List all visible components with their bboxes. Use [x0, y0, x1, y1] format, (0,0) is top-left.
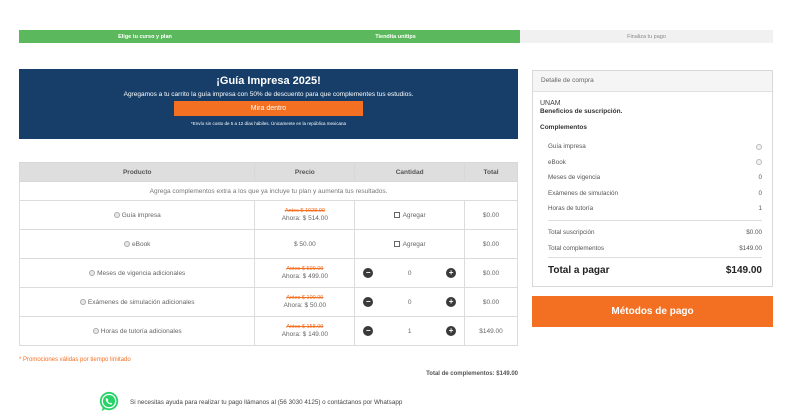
add-checkbox-ebook[interactable]: Agregar	[354, 229, 466, 259]
old-price: Antes $ 100.00	[286, 295, 324, 301]
table-subheader-row: Agrega complementos extra a los que ya i…	[19, 181, 518, 201]
summary-complementos-label: Complementos	[540, 124, 587, 131]
table-header-row: Producto Precio Cantidad Total	[18, 162, 518, 182]
step-finish-payment: Finaliza tu pago	[520, 30, 773, 43]
minus-icon[interactable]: −	[363, 268, 374, 278]
total-cell: $0.00	[464, 287, 518, 317]
promo-note: *Envío sin costo de 5 a 12 días hábiles.…	[190, 121, 347, 126]
info-icon	[756, 159, 762, 166]
old-price: Antes $ 599.00	[286, 266, 324, 272]
current-price: $ 50.00	[294, 241, 316, 248]
total-complementos-row: Total complementos $149.00	[548, 245, 762, 252]
product-cell: Exámenes de simulación adicionales	[18, 287, 256, 317]
checkbox-icon[interactable]	[393, 211, 400, 218]
total-cell: $149.00	[464, 316, 518, 346]
products-table: Producto Precio Cantidad Total Agrega co…	[18, 162, 518, 346]
table-row: Meses de vigencia adicionales Antes $ 59…	[18, 258, 518, 288]
help-text: Si necesitas ayuda para realizar tu pago…	[130, 398, 403, 406]
plus-icon[interactable]: +	[446, 268, 457, 278]
info-icon	[89, 269, 96, 276]
checkout-steps: Elige tu curso y plan Tiendita unitips F…	[19, 30, 773, 43]
promo-banner: ¡Guía Impresa 2025! Agregamos a tu carri…	[19, 69, 518, 139]
product-cell: eBook	[18, 229, 256, 259]
info-icon	[92, 327, 99, 334]
quantity-stepper: − 1 +	[354, 316, 466, 346]
price-cell: $ 50.00	[254, 229, 356, 259]
whatsapp-icon[interactable]	[98, 391, 120, 413]
table-row: eBook $ 50.00 Agregar $0.00	[18, 229, 518, 259]
current-price: Ahora: $ 149.00	[281, 331, 328, 338]
checkbox-icon[interactable]	[393, 240, 400, 247]
col-total: Total	[464, 162, 518, 182]
plus-icon[interactable]: +	[446, 297, 457, 307]
table-row: Horas de tutoría adicionales Antes $ 158…	[18, 316, 518, 346]
help-line: Si necesitas ayuda para realizar tu pago…	[98, 391, 402, 413]
quantity-value: 0	[407, 298, 412, 306]
summary-item: eBook	[548, 155, 762, 171]
summary-plan: UNAM	[540, 100, 561, 107]
step-choose-course[interactable]: Elige tu curso y plan	[19, 30, 271, 43]
total-a-pagar-row: Total a pagar $149.00	[548, 256, 762, 276]
quantity-value: 1	[407, 327, 412, 335]
total-cell: $0.00	[464, 229, 518, 259]
minus-icon[interactable]: −	[363, 297, 374, 307]
info-icon	[79, 298, 86, 305]
price-cell: Antes $ 599.00 Ahora: $ 499.00	[254, 258, 356, 288]
total-cell: $0.00	[464, 258, 518, 288]
product-cell: Meses de vigencia adicionales	[18, 258, 256, 288]
summary-plan-desc: Beneficios de suscripción.	[540, 108, 623, 115]
col-producto: Producto	[18, 162, 256, 182]
summary-item: Meses de vigencia 0	[548, 174, 762, 182]
purchase-summary: Detalle de compra UNAM Beneficios de sus…	[532, 70, 773, 287]
product-cell: Horas de tutoría adicionales	[18, 316, 256, 346]
col-precio: Precio	[254, 162, 356, 182]
total-complementos: Total de complementos: $149.00	[426, 371, 518, 377]
old-price: Antes $ 1028.00	[284, 208, 325, 214]
summary-header: Detalle de compra	[533, 71, 772, 92]
table-row: Exámenes de simulación adicionales Antes…	[18, 287, 518, 317]
price-cell: Antes $ 158.00 Ahora: $ 149.00	[254, 316, 356, 346]
price-cell: Antes $ 1028.00 Ahora: $ 514.00	[254, 200, 356, 230]
current-price: Ahora: $ 499.00	[281, 273, 328, 280]
add-checkbox-guia[interactable]: Agregar	[354, 200, 466, 230]
table-row: Guía impresa Antes $ 1028.00 Ahora: $ 514…	[18, 200, 518, 230]
mira-dentro-button[interactable]: Mira dentro	[174, 101, 363, 116]
quantity-stepper: − 0 +	[354, 287, 466, 317]
info-icon	[124, 240, 130, 247]
promo-text: Agregamos a tu carrito la guía impresa c…	[123, 91, 414, 98]
current-price: Ahora: $ 50.00	[283, 302, 327, 309]
summary-item: Horas de tutoría 1	[548, 205, 762, 213]
table-subheader: Agrega complementos extra a los que ya i…	[19, 181, 518, 201]
info-icon	[113, 211, 120, 218]
price-cell: Antes $ 100.00 Ahora: $ 50.00	[254, 287, 356, 317]
col-cantidad: Cantidad	[354, 162, 466, 182]
plus-icon[interactable]: +	[446, 326, 457, 336]
payment-methods-button[interactable]: Métodos de pago	[532, 296, 773, 327]
info-icon	[756, 143, 762, 150]
summary-item: Guía impresa	[548, 139, 762, 155]
promo-valid-note: * Promociones válidas por tiempo limitad…	[19, 357, 131, 363]
step-tiendita[interactable]: Tiendita unitips	[271, 30, 520, 43]
divider	[548, 219, 762, 221]
summary-item: Exámenes de simulación 0	[548, 189, 762, 197]
current-price: Ahora: $ 514.00	[281, 215, 328, 222]
old-price: Antes $ 158.00	[286, 324, 324, 330]
quantity-value: 0	[407, 269, 412, 277]
product-cell: Guía impresa	[18, 200, 256, 230]
total-suscripcion-row: Total suscripción $0.00	[548, 229, 762, 236]
promo-title: ¡Guía Impresa 2025!	[216, 75, 321, 87]
quantity-stepper: − 0 +	[354, 258, 466, 288]
minus-icon[interactable]: −	[363, 326, 374, 336]
total-cell: $0.00	[464, 200, 518, 230]
